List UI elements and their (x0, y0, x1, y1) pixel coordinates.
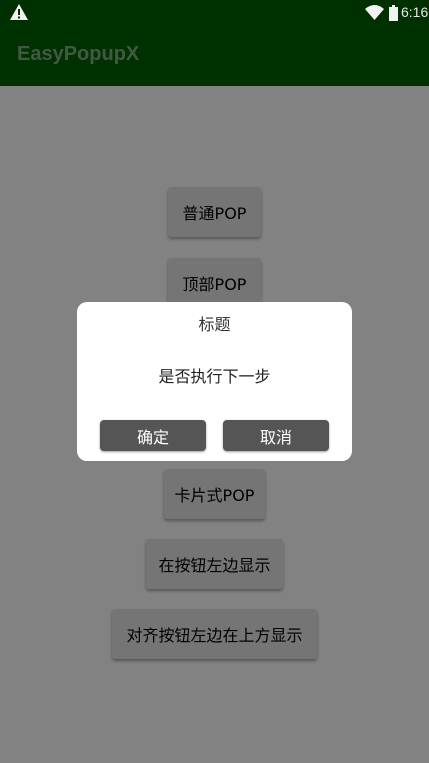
dialog-title: 标题 (198, 315, 231, 334)
confirm-dialog: 标题 是否执行下一步 确定 取消 (77, 302, 352, 461)
warning-icon (10, 4, 28, 20)
status-bar: 6:16 (0, 0, 429, 25)
status-time: 6:16 (401, 4, 429, 20)
cancel-button[interactable]: 取消 (223, 420, 329, 451)
confirm-button[interactable]: 确定 (100, 420, 206, 451)
dialog-message: 是否执行下一步 (158, 367, 271, 386)
battery-icon (389, 5, 398, 21)
wifi-icon (365, 5, 384, 20)
